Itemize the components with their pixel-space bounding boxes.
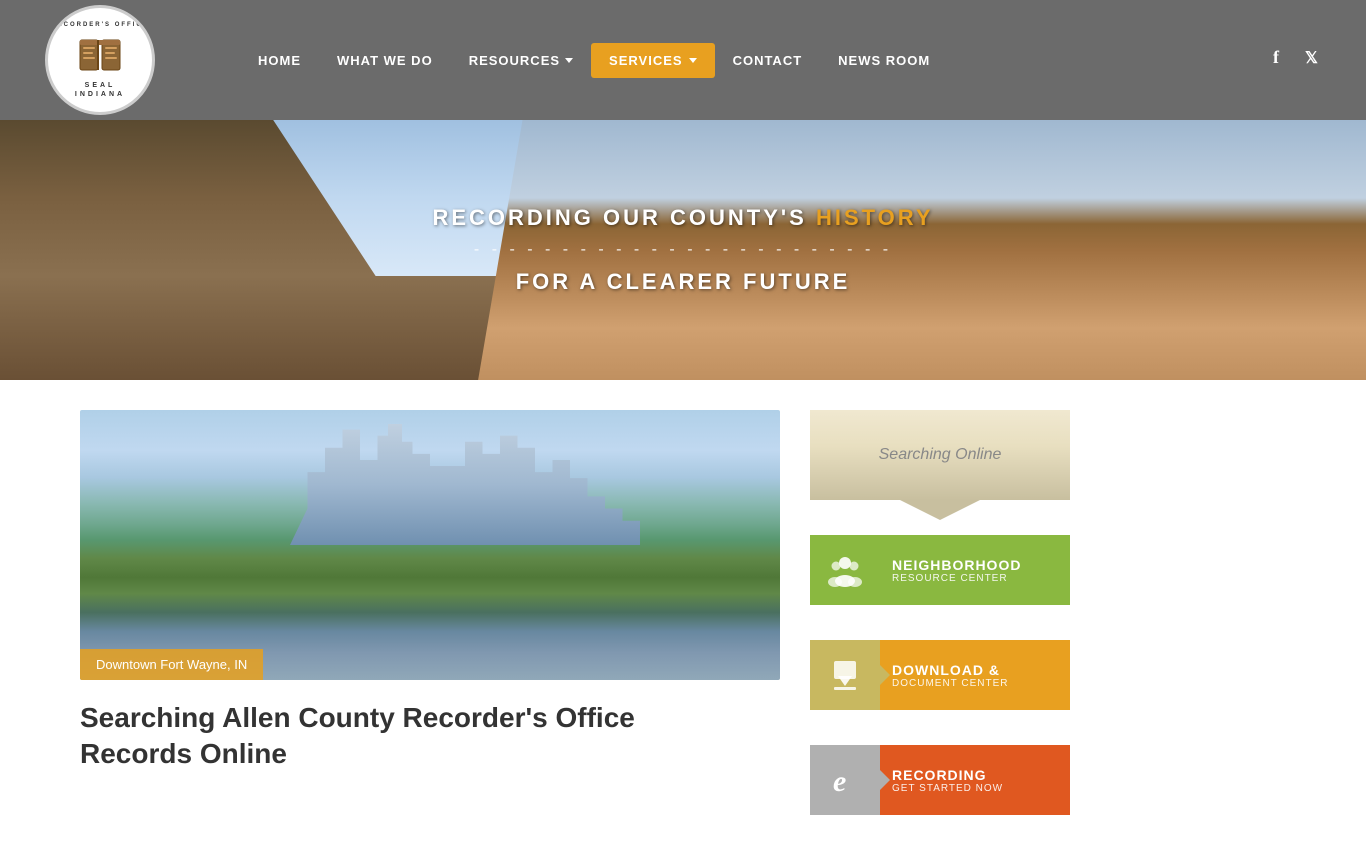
- download-title: DOWNLOAD &: [892, 662, 1058, 678]
- nav-contact[interactable]: CONTACT: [715, 43, 821, 78]
- searching-online-banner[interactable]: Searching Online: [810, 410, 1070, 500]
- hero-tagline-prefix: RECORDING OUR COUNTY'S: [432, 205, 815, 230]
- hero-tagline-highlight: HISTORY: [816, 205, 934, 230]
- neighborhood-card[interactable]: NEIGHBORHOOD RESOURCE CENTER: [810, 535, 1070, 605]
- nav-home[interactable]: HOME: [240, 43, 319, 78]
- recording-text: RECORDING GET STARTED NOW: [880, 745, 1070, 815]
- left-column: Downtown Fort Wayne, IN Searching Allen …: [80, 410, 780, 815]
- nav-news-room[interactable]: NEWS ROOM: [820, 43, 948, 78]
- neighborhood-subtitle: RESOURCE CENTER: [892, 573, 1058, 584]
- neighborhood-text: NEIGHBORHOOD RESOURCE CENTER: [880, 535, 1070, 605]
- main-nav: HOME WHAT WE DO RESOURCES SERVICES CONTA…: [240, 43, 1267, 78]
- nav-what-we-do[interactable]: WHAT WE DO: [319, 43, 451, 78]
- recording-subtitle: GET STARTED NOW: [892, 783, 1058, 794]
- social-icons: f 𝕏: [1267, 46, 1326, 74]
- hero-divider: - - - - - - - - - - - - - - - - - - - - …: [432, 241, 933, 259]
- svg-text:e: e: [833, 765, 846, 798]
- logo-text-top: RECORDER'S OFFICE: [51, 22, 148, 28]
- article-title-line1: Searching Allen County Recorder's Office: [80, 702, 635, 733]
- twitter-icon[interactable]: 𝕏: [1304, 46, 1326, 74]
- featured-image: [80, 410, 780, 680]
- logo-indiana-text: INDIANA: [75, 91, 125, 98]
- hero-tagline-1: RECORDING OUR COUNTY'S HISTORY: [432, 205, 933, 231]
- download-card[interactable]: DOWNLOAD & DOCUMENT CENTER: [810, 640, 1070, 710]
- neighborhood-title: NEIGHBORHOOD: [892, 557, 1058, 573]
- recording-icon: e: [810, 745, 880, 815]
- logo-book-icon: [75, 30, 125, 80]
- buildings-silhouette: [290, 424, 640, 546]
- article-title: Searching Allen County Recorder's Office…: [80, 700, 780, 773]
- download-icon: [810, 640, 880, 710]
- hero-content: RECORDING OUR COUNTY'S HISTORY - - - - -…: [432, 205, 933, 295]
- nav-resources-label: RESOURCES: [469, 53, 560, 68]
- article-title-line2: Records Online: [80, 738, 287, 769]
- recording-card[interactable]: e RECORDING GET STARTED NOW: [810, 745, 1070, 815]
- hero-section: RECORDING OUR COUNTY'S HISTORY - - - - -…: [0, 120, 1366, 380]
- facebook-icon[interactable]: f: [1267, 46, 1289, 74]
- services-chevron-icon: [689, 58, 697, 63]
- nav-services[interactable]: SERVICES: [591, 43, 715, 78]
- header: RECORDER'S OFFICE SEAL INDIANA HOME WHAT…: [0, 0, 1366, 120]
- hero-tagline-2: FOR A CLEARER FUTURE: [432, 269, 933, 295]
- logo[interactable]: RECORDER'S OFFICE SEAL INDIANA: [40, 0, 160, 120]
- nav-services-label: SERVICES: [609, 53, 683, 68]
- logo-seal-text: SEAL: [85, 82, 116, 89]
- searching-online-label: Searching Online: [879, 446, 1002, 464]
- download-subtitle: DOCUMENT CENTER: [892, 678, 1058, 689]
- featured-image-wrap: Downtown Fort Wayne, IN: [80, 410, 780, 680]
- neighborhood-icon: [810, 535, 880, 605]
- logo-circle: RECORDER'S OFFICE SEAL INDIANA: [45, 5, 155, 115]
- main-content: Downtown Fort Wayne, IN Searching Allen …: [0, 380, 1366, 845]
- nav-resources[interactable]: RESOURCES: [451, 43, 591, 78]
- image-caption: Downtown Fort Wayne, IN: [80, 649, 263, 680]
- resources-chevron-icon: [565, 58, 573, 63]
- right-column: Searching Online NEIGHBORHOOD RESOURCE C…: [810, 410, 1070, 815]
- download-text: DOWNLOAD & DOCUMENT CENTER: [880, 640, 1070, 710]
- svg-text:𝕏: 𝕏: [1305, 50, 1318, 67]
- svg-text:f: f: [1273, 47, 1280, 67]
- recording-title: RECORDING: [892, 767, 1058, 783]
